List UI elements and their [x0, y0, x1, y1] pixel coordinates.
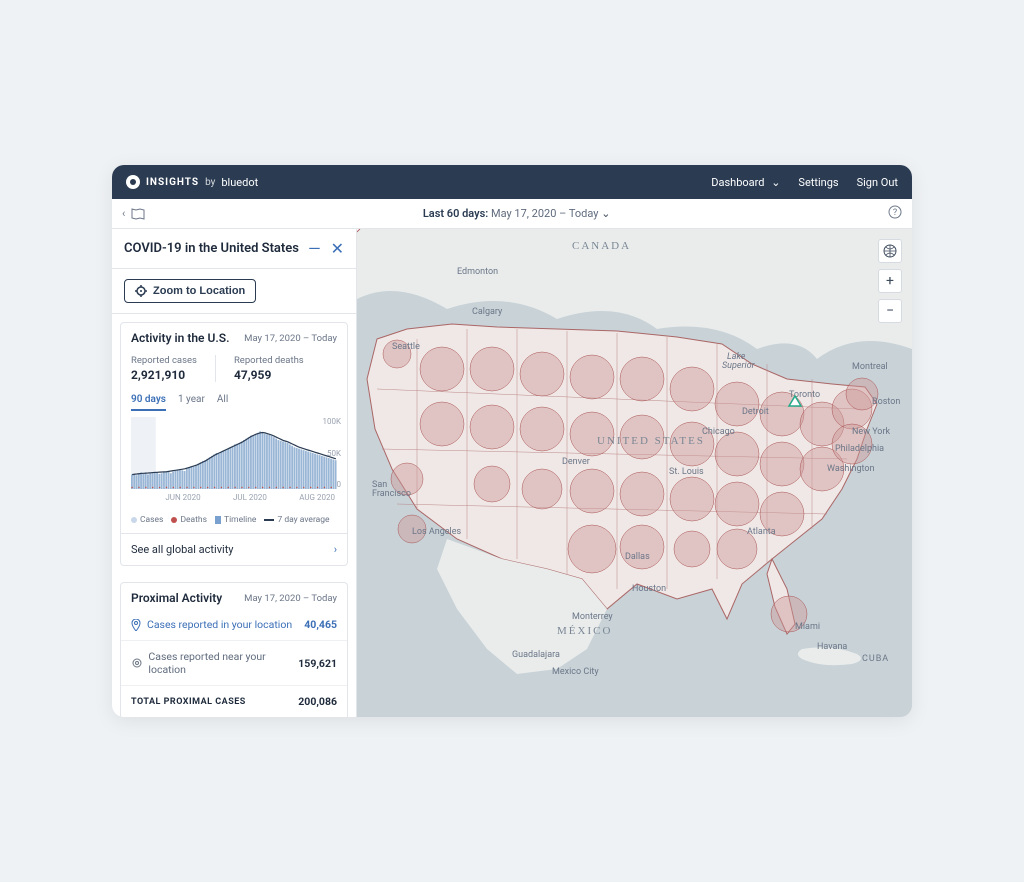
- see-global-activity-link[interactable]: See all global activity ›: [121, 533, 347, 565]
- svg-text:Boston: Boston: [872, 397, 900, 407]
- svg-text:Guadalajara: Guadalajara: [512, 650, 560, 660]
- svg-text:Havana: Havana: [817, 642, 847, 652]
- tab-all[interactable]: All: [217, 390, 228, 411]
- label-us: UNITED STATES: [597, 435, 705, 447]
- zoom-to-location-button[interactable]: Zoom to Location: [124, 279, 256, 303]
- brand-by: by: [205, 177, 215, 188]
- svg-text:Miami: Miami: [795, 622, 820, 632]
- map[interactable]: CANADA UNITED STATES MÉXICO CUBA Edmonto…: [357, 229, 912, 717]
- brand-name: bluedot: [221, 176, 258, 189]
- top-nav-right: Dashboard ⌄ Settings Sign Out: [711, 176, 898, 189]
- label-mexico: MÉXICO: [557, 625, 612, 637]
- brand-logo-icon: [126, 175, 140, 189]
- nav-settings[interactable]: Settings: [798, 176, 838, 189]
- svg-text:Washington: Washington: [827, 464, 875, 474]
- filter-bar: ‹ Last 60 days: May 17, 2020 – Today ⌄ ?: [112, 199, 912, 229]
- activity-chart: 100K 50K 0 JUN 2020 JUL 2020 AUG 2020: [121, 411, 347, 511]
- plus-icon: +: [886, 273, 894, 289]
- tab-1year[interactable]: 1 year: [178, 390, 205, 411]
- svg-text:Denver: Denver: [562, 457, 590, 467]
- zoom-wrap: Zoom to Location: [112, 269, 356, 314]
- svg-text:Calgary: Calgary: [472, 307, 503, 317]
- svg-text:Mexico City: Mexico City: [552, 667, 599, 677]
- chart-svg: [131, 417, 337, 489]
- map-icon: [131, 208, 145, 220]
- proximal-row-your-location[interactable]: Cases reported in your location 40,465: [121, 609, 347, 640]
- chart-legend: Cases Deaths Timeline 7 day average: [121, 511, 347, 533]
- svg-text:New York: New York: [852, 427, 890, 437]
- filter-back[interactable]: ‹: [122, 207, 145, 220]
- svg-text:Monterrey: Monterrey: [572, 612, 613, 622]
- chevron-down-icon: ⌄: [771, 176, 780, 189]
- proximal-row-near-location[interactable]: Cases reported near your location 159,62…: [121, 640, 347, 685]
- nav-dashboard[interactable]: Dashboard ⌄: [711, 176, 780, 189]
- help-icon: ?: [888, 205, 902, 219]
- svg-text:Atlanta: Atlanta: [747, 527, 776, 537]
- map-controls: + −: [878, 239, 902, 323]
- svg-text:Houston: Houston: [632, 584, 666, 594]
- label-cuba: CUBA: [862, 654, 889, 664]
- label-canada: CANADA: [572, 240, 631, 252]
- target-icon: [135, 285, 147, 297]
- minus-icon: −: [886, 303, 894, 319]
- svg-text:Los Angeles: Los Angeles: [412, 527, 461, 537]
- activity-card: Activity in the U.S. May 17, 2020 – Toda…: [120, 322, 348, 566]
- zoom-in-button[interactable]: +: [878, 269, 902, 293]
- panel-title: COVID-19 in the United States: [124, 241, 308, 256]
- proximal-range: May 17, 2020 – Today: [244, 593, 337, 604]
- svg-text:Montreal: Montreal: [852, 362, 888, 372]
- pin-icon: [131, 619, 141, 631]
- proximal-total: TOTAL PROXIMAL CASES 200,086: [121, 685, 347, 717]
- svg-text:Seattle: Seattle: [392, 342, 420, 352]
- activity-title: Activity in the U.S.: [131, 331, 230, 345]
- app-window: INSIGHTS by bluedot Dashboard ⌄ Settings…: [112, 165, 912, 717]
- stat-deaths: Reported deaths 47,959: [215, 355, 304, 382]
- proximal-title: Proximal Activity: [131, 591, 222, 605]
- brand: INSIGHTS by bluedot: [126, 175, 258, 189]
- map-canvas: CANADA UNITED STATES MÉXICO CUBA Edmonto…: [357, 229, 912, 717]
- help-button[interactable]: ?: [888, 205, 902, 222]
- date-range-selector[interactable]: Last 60 days: May 17, 2020 – Today ⌄: [145, 207, 888, 220]
- globe-icon: [883, 244, 897, 258]
- tab-90days[interactable]: 90 days: [131, 390, 166, 411]
- top-nav: INSIGHTS by bluedot Dashboard ⌄ Settings…: [112, 165, 912, 199]
- main-content: COVID-19 in the United States — ✕ Zoom t…: [112, 229, 912, 717]
- chevron-left-icon: ‹: [122, 207, 125, 220]
- svg-text:Dallas: Dallas: [625, 552, 650, 562]
- svg-text:St. Louis: St. Louis: [669, 467, 704, 477]
- chevron-right-icon: ›: [334, 543, 337, 556]
- close-icon[interactable]: ✕: [331, 239, 344, 258]
- proximal-card: Proximal Activity May 17, 2020 – Today C…: [120, 582, 348, 717]
- minimize-icon[interactable]: —: [308, 239, 321, 258]
- map-globe-button[interactable]: [878, 239, 902, 263]
- svg-text:Detroit: Detroit: [742, 407, 769, 417]
- chart-tabs: 90 days 1 year All: [121, 390, 347, 411]
- svg-text:Chicago: Chicago: [702, 427, 735, 437]
- nav-signout[interactable]: Sign Out: [857, 176, 898, 189]
- sidebar: COVID-19 in the United States — ✕ Zoom t…: [112, 229, 357, 717]
- panel-header: COVID-19 in the United States — ✕: [112, 229, 356, 269]
- zoom-out-button[interactable]: −: [878, 299, 902, 323]
- chevron-down-icon: ⌄: [601, 207, 610, 220]
- svg-text:Philadelphia: Philadelphia: [835, 444, 884, 454]
- activity-range: May 17, 2020 – Today: [244, 333, 337, 344]
- radius-icon: [131, 658, 142, 668]
- svg-text:?: ?: [893, 208, 897, 218]
- brand-insights: INSIGHTS: [146, 177, 199, 188]
- stat-cases: Reported cases 2,921,910: [131, 355, 197, 382]
- svg-text:Edmonton: Edmonton: [457, 267, 498, 277]
